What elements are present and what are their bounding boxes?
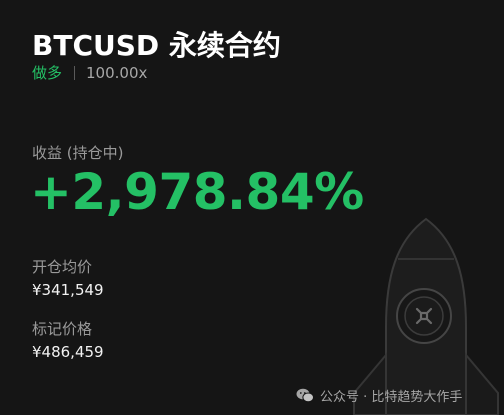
position-share-card: BTCUSD 永续合约 做多 100.00x 收益 (持仓中) +2,978.8…: [0, 0, 504, 415]
rocket-icon: [353, 217, 499, 415]
direction-label: 做多: [32, 64, 63, 82]
pnl-label: 收益 (持仓中): [32, 144, 124, 162]
entry-price-value: ¥341,549: [32, 281, 104, 299]
mark-price-label: 标记价格: [32, 320, 93, 338]
contract-title: BTCUSD 永续合约: [32, 29, 281, 62]
pnl-value: +2,978.84%: [30, 163, 364, 221]
entry-price-label: 开仓均价: [32, 258, 93, 276]
position-meta: 做多 100.00x: [32, 62, 147, 83]
wechat-icon: [296, 388, 314, 403]
watermark-text: 公众号 · 比特趋势大作手: [320, 390, 463, 405]
watermark: 公众号 · 比特趋势大作手: [296, 386, 462, 405]
mark-price-value: ¥486,459: [32, 343, 104, 361]
leverage-label: 100.00x: [86, 63, 148, 82]
divider: [74, 65, 76, 80]
